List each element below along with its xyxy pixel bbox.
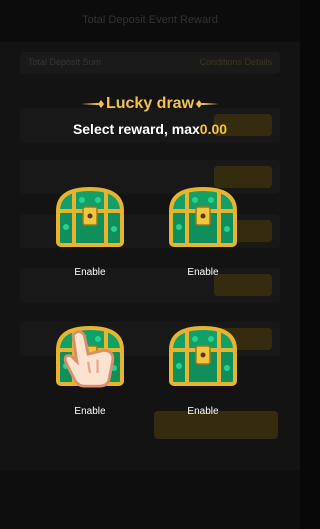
lucky-draw-title: Lucky draw bbox=[105, 95, 195, 112]
background-tabbar: Total Deposit Sum Conditions Details bbox=[20, 52, 280, 74]
background-page: Total Deposit Event Reward Total Deposit… bbox=[0, 0, 300, 529]
treasure-chest-1[interactable]: Enable bbox=[48, 185, 132, 279]
chest-2-label: Enable bbox=[187, 267, 219, 278]
chest-4-label: Enable bbox=[187, 406, 219, 417]
treasure-chest-icon bbox=[55, 186, 125, 247]
pointing-hand-icon bbox=[63, 330, 115, 388]
max-amount: 0.00 bbox=[199, 121, 228, 137]
background-header-title: Total Deposit Event Reward bbox=[82, 14, 218, 26]
background-header: Total Deposit Event Reward bbox=[0, 0, 300, 42]
chest-1-label: Enable bbox=[74, 267, 106, 278]
treasure-chest-3[interactable]: Enable bbox=[48, 324, 132, 418]
treasure-chest-4[interactable]: Enable bbox=[161, 324, 245, 418]
background-tab-right: Conditions Details bbox=[199, 57, 272, 67]
treasure-chest-icon bbox=[168, 325, 238, 386]
subtitle-text: Select reward, max bbox=[72, 121, 200, 137]
lucky-draw-subtitle: Select reward, max0.00 bbox=[0, 121, 300, 137]
background-footer bbox=[0, 470, 300, 529]
chest-3-label: Enable bbox=[74, 406, 106, 417]
lucky-draw-header: Lucky draw bbox=[0, 93, 300, 115]
treasure-chest-2[interactable]: Enable bbox=[161, 185, 245, 279]
left-ornament-icon bbox=[81, 100, 105, 108]
background-tab-left: Total Deposit Sum bbox=[28, 57, 102, 67]
right-ornament-icon bbox=[195, 100, 219, 108]
treasure-chest-icon bbox=[168, 186, 238, 247]
